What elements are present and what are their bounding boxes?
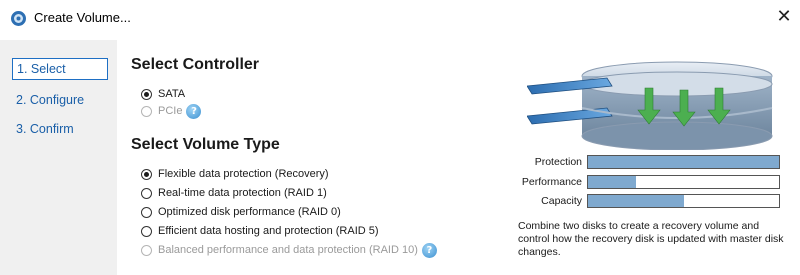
performance-bar-fill xyxy=(588,176,636,188)
capacity-bar-fill xyxy=(588,195,684,207)
option-label: Real-time data protection (RAID 1) xyxy=(158,187,327,199)
capacity-bar xyxy=(587,194,780,208)
option-label: Efficient data hosting and protection (R… xyxy=(158,225,379,237)
metric-label-capacity: Capacity xyxy=(541,195,582,207)
radio-button[interactable] xyxy=(141,168,152,180)
wizard-steps-sidebar: 1. Select 2. Configure 3. Confirm xyxy=(0,40,117,275)
radio-button[interactable] xyxy=(141,206,152,218)
window-title: Create Volume... xyxy=(34,10,131,25)
protection-bar xyxy=(587,155,780,169)
step-configure[interactable]: 2. Configure xyxy=(12,90,108,112)
help-icon[interactable]: ? xyxy=(421,242,437,258)
volume-option-raid5[interactable]: Efficient data hosting and protection (R… xyxy=(141,223,379,239)
help-icon[interactable]: ? xyxy=(186,103,202,119)
radio-button xyxy=(141,244,152,256)
step-select[interactable]: 1. Select xyxy=(12,58,108,80)
radio-button xyxy=(141,105,152,117)
step-confirm[interactable]: 3. Confirm xyxy=(12,119,108,141)
metric-label-performance: Performance xyxy=(521,176,582,188)
volume-option-recovery[interactable]: Flexible data protection (Recovery) xyxy=(141,166,329,182)
radio-button[interactable] xyxy=(141,88,152,100)
controller-option-sata[interactable]: SATA xyxy=(141,86,185,102)
disk-volume-illustration xyxy=(527,61,773,150)
select-volume-type-heading: Select Volume Type xyxy=(131,136,280,153)
controller-option-pcie: PCIe ? xyxy=(141,103,202,119)
option-label: Flexible data protection (Recovery) xyxy=(158,168,329,180)
volume-option-raid10: Balanced performance and data protection… xyxy=(141,242,437,258)
volume-option-raid1[interactable]: Real-time data protection (RAID 1) xyxy=(141,185,327,201)
volume-option-raid0[interactable]: Optimized disk performance (RAID 0) xyxy=(141,204,341,220)
option-label: Balanced performance and data protection… xyxy=(158,244,418,256)
protection-bar-fill xyxy=(588,156,779,168)
select-controller-heading: Select Controller xyxy=(131,56,260,73)
radio-button[interactable] xyxy=(141,187,152,199)
option-label: SATA xyxy=(158,88,186,100)
close-button[interactable]: ✕ xyxy=(772,6,796,30)
title-bar: Create Volume... ✕ xyxy=(0,0,800,36)
option-label: PCIe xyxy=(158,105,183,117)
performance-bar xyxy=(587,175,780,189)
storage-app-icon xyxy=(11,11,26,26)
volume-description: Combine two disks to create a recovery v… xyxy=(518,220,784,258)
radio-button[interactable] xyxy=(141,225,152,237)
option-label: Optimized disk performance (RAID 0) xyxy=(158,206,341,218)
metric-label-protection: Protection xyxy=(534,156,582,168)
